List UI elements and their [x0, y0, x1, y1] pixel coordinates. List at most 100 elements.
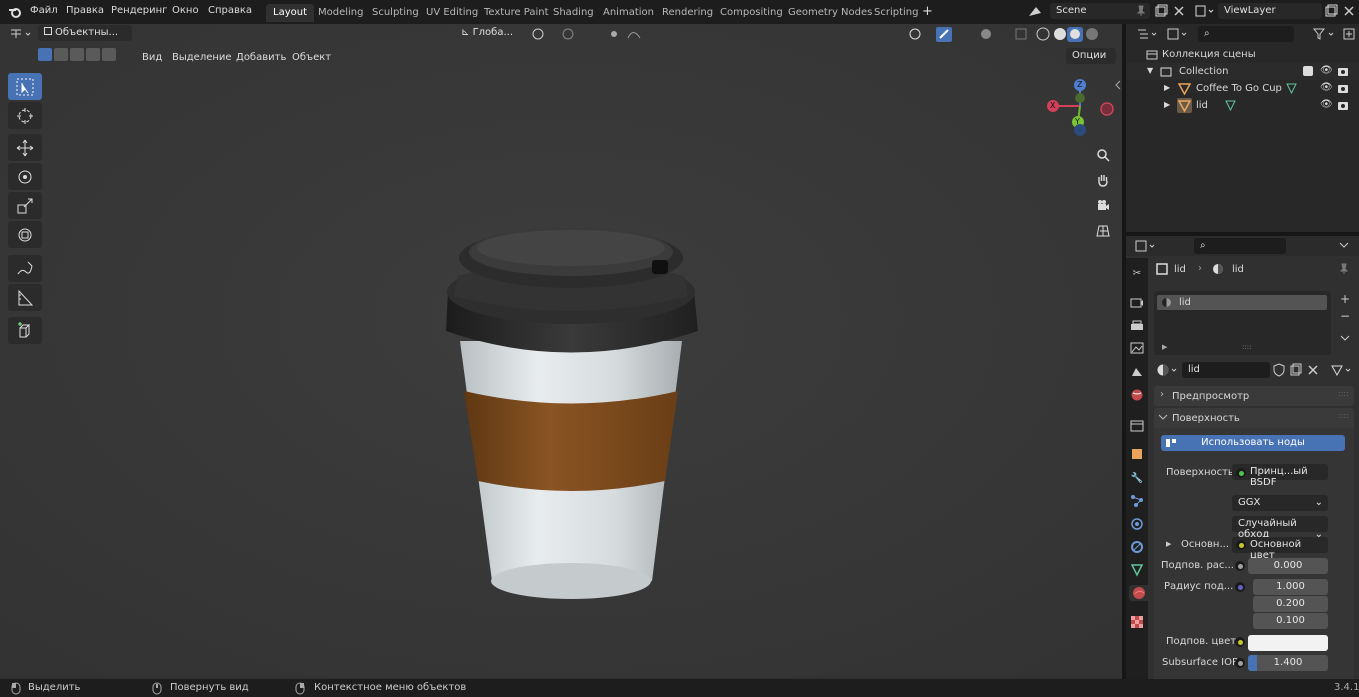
cursor-tool[interactable] [8, 102, 42, 129]
tab-layout[interactable]: Layout [266, 4, 314, 22]
tab-particles[interactable] [1129, 493, 1145, 509]
unlink-icon[interactable] [1306, 363, 1320, 377]
select-intersect-icon[interactable] [102, 48, 116, 61]
select-invert-icon[interactable] [86, 48, 100, 61]
filter-icon[interactable] [1312, 27, 1338, 41]
base-color-link-field[interactable]: Основной цвет [1232, 537, 1328, 561]
tab-material[interactable] [1129, 585, 1149, 601]
display-mode-icon[interactable] [1166, 27, 1190, 41]
menu-add[interactable]: Добавить [232, 50, 290, 66]
delete-scene-icon[interactable] [1172, 4, 1186, 18]
tab-view-layer[interactable] [1129, 340, 1145, 356]
properties-editor-type-icon[interactable] [1134, 239, 1160, 253]
tab-physics[interactable] [1129, 516, 1145, 532]
chevron-down-icon[interactable] [1339, 332, 1351, 344]
transform-tool[interactable] [8, 221, 42, 248]
tab-uv-editing[interactable]: UV Editing [419, 4, 485, 22]
tab-world[interactable] [1129, 387, 1145, 403]
delete-view-layer-icon[interactable] [1342, 4, 1356, 18]
new-view-layer-icon[interactable] [1324, 4, 1338, 18]
tab-output[interactable] [1129, 318, 1145, 334]
preview-panel-header[interactable]: › Предпросмотр :::: [1154, 386, 1354, 406]
editor-type-icon[interactable] [9, 27, 35, 41]
tab-sculpting[interactable]: Sculpting [365, 4, 426, 22]
socket-grey-icon[interactable] [1235, 561, 1245, 571]
node-link-icon[interactable] [1330, 362, 1356, 378]
tab-compositing[interactable]: Compositing [713, 4, 790, 22]
tab-collection[interactable] [1129, 418, 1145, 434]
zoom-button[interactable] [1092, 144, 1114, 166]
rotate-tool[interactable] [8, 163, 42, 190]
expand-arrow-icon[interactable]: ▶ [1166, 540, 1171, 548]
tab-modifiers[interactable]: 🔧 [1129, 470, 1145, 486]
socket-green-icon[interactable] [1236, 468, 1246, 478]
tab-rendering[interactable]: Rendering [655, 4, 720, 22]
surface-panel-header[interactable]: Поверхность :::: [1154, 408, 1354, 428]
camera-render-icon[interactable] [1337, 83, 1349, 94]
3d-viewport[interactable] [0, 24, 1122, 678]
material-slot-list[interactable]: lid ▶ :::: [1154, 291, 1331, 355]
outliner-row-collection[interactable]: ▼ Collection 👁 [1126, 63, 1359, 80]
pin-icon[interactable] [1338, 263, 1350, 275]
transform-orientation[interactable]: ⊾ Глоба... [455, 25, 523, 41]
sss-color-swatch[interactable] [1248, 635, 1328, 651]
select-new-icon[interactable] [38, 48, 52, 61]
material-name-field[interactable]: lid [1182, 362, 1270, 378]
expand-arrow-icon[interactable]: ▶ [1164, 100, 1170, 109]
select-box-tool[interactable] [8, 73, 42, 100]
remove-slot-button[interactable]: − [1338, 309, 1352, 323]
menu-window[interactable]: Окно [172, 5, 199, 16]
menu-help[interactable]: Справка [208, 5, 252, 16]
outliner-editor-type-icon[interactable] [1136, 27, 1160, 41]
pan-button[interactable] [1092, 169, 1114, 191]
pin-icon[interactable] [1135, 5, 1147, 17]
move-tool[interactable] [8, 134, 42, 161]
subsurface-value-field[interactable]: 0.000 [1248, 558, 1328, 574]
socket-yellow-icon[interactable] [1235, 637, 1245, 647]
menu-render[interactable]: Рендеринг [111, 5, 167, 16]
radius-y-field[interactable]: 0.200 [1253, 596, 1328, 612]
eye-icon[interactable]: 👁 [1320, 99, 1333, 110]
menu-object[interactable]: Объект [288, 50, 335, 66]
radius-x-field[interactable]: 1.000 [1253, 579, 1328, 595]
expand-arrow-icon[interactable]: ▼ [1147, 66, 1153, 75]
add-workspace-button[interactable]: + [922, 4, 933, 19]
tab-tool[interactable]: ✂ [1129, 265, 1145, 281]
outliner-search-input[interactable]: ⌕ [1198, 26, 1294, 42]
camera-view-button[interactable] [1092, 195, 1114, 217]
mode-selector[interactable]: Объектны... [38, 25, 132, 41]
ortho-toggle-button[interactable] [1092, 220, 1114, 242]
resize-grip-icon[interactable]: :::: [1242, 343, 1251, 351]
menu-file[interactable]: Файл [30, 5, 58, 16]
surface-shader-field[interactable]: Принц...ый BSDF [1232, 464, 1328, 488]
tab-scripting[interactable]: Scripting [867, 4, 925, 22]
tab-geometry-nodes[interactable]: Geometry Nodes [781, 4, 879, 22]
checkbox-icon[interactable] [1303, 66, 1313, 76]
eye-icon[interactable]: 👁 [1320, 82, 1333, 93]
eye-icon[interactable]: 👁 [1320, 65, 1333, 76]
drag-handle-icon[interactable]: :::: [1338, 411, 1349, 420]
ior-value-field[interactable]: 1.400 [1248, 655, 1328, 671]
add-cube-tool[interactable] [8, 317, 42, 344]
sidebar-toggle-icon[interactable] [1114, 79, 1122, 91]
tab-data[interactable] [1129, 562, 1145, 578]
coffee-cup-model[interactable] [440, 206, 705, 618]
tab-shading[interactable]: Shading [546, 4, 601, 22]
new-scene-icon[interactable] [1154, 4, 1168, 18]
add-slot-button[interactable]: + [1338, 292, 1352, 306]
tab-render[interactable] [1129, 294, 1145, 310]
camera-render-icon[interactable] [1337, 100, 1349, 111]
socket-purple-icon[interactable] [1235, 582, 1245, 592]
socket-grey-icon[interactable] [1235, 658, 1245, 668]
duplicate-icon[interactable] [1289, 363, 1303, 377]
subsurface-method-dropdown[interactable]: Случайный обход ⌄ [1232, 516, 1328, 540]
drag-handle-icon[interactable]: :::: [1338, 389, 1349, 398]
select-extend-icon[interactable] [54, 48, 68, 61]
outliner-row-scene-collection[interactable]: Коллекция сцены [1126, 46, 1359, 63]
socket-yellow-icon[interactable] [1236, 540, 1246, 550]
measure-tool[interactable] [8, 284, 42, 311]
material-slot-item[interactable]: lid [1157, 295, 1327, 310]
scale-tool[interactable] [8, 192, 42, 219]
tab-constraints[interactable] [1129, 539, 1145, 555]
expand-arrow-icon[interactable]: ▶ [1164, 83, 1170, 92]
